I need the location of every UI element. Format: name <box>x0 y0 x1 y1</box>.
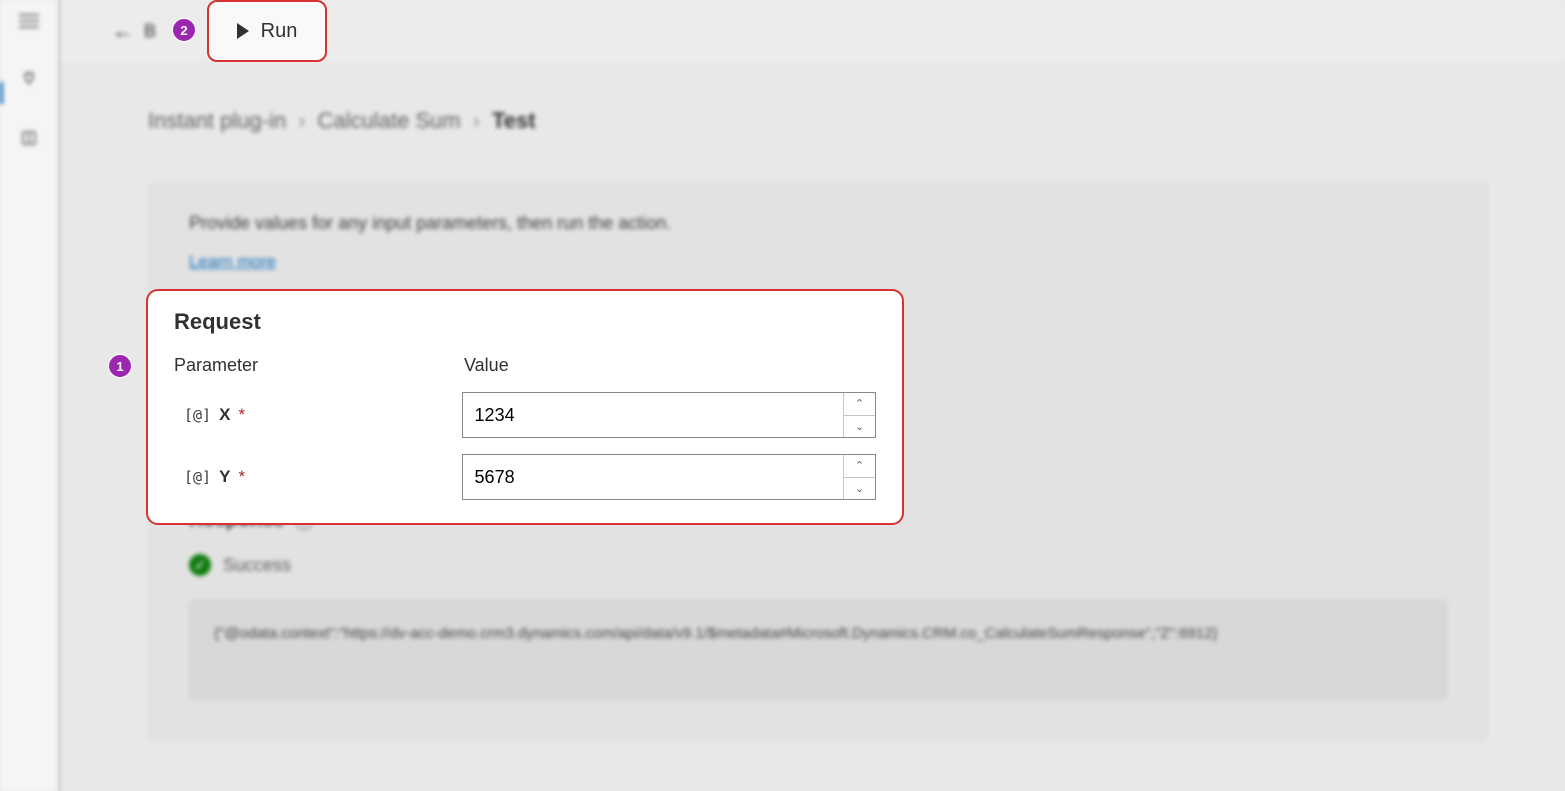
run-label: Run <box>261 20 298 43</box>
chevron-right-icon: › <box>473 108 480 134</box>
plug-icon[interactable] <box>19 68 39 88</box>
required-asterisk: * <box>238 467 245 487</box>
left-nav-rail <box>0 0 58 791</box>
param-label-x: [@] X * <box>174 405 462 425</box>
param-row: [@] Y * ⌃⌄ <box>174 454 876 500</box>
param-label-y: [@] Y * <box>174 467 462 487</box>
required-asterisk: * <box>238 405 245 425</box>
request-headers-sharp: Parameter Value <box>174 355 876 376</box>
param-input-y[interactable]: ⌃⌄ <box>462 454 876 500</box>
breadcrumb-item[interactable]: Calculate Sum <box>318 108 461 134</box>
breadcrumb-current: Test <box>492 108 536 134</box>
status-text: Success <box>223 555 291 576</box>
header-parameter: Parameter <box>174 355 464 376</box>
chevron-up-icon: ⌃ <box>844 455 875 478</box>
input-x[interactable] <box>475 405 843 426</box>
breadcrumb-item[interactable]: Instant plug-in <box>148 108 286 134</box>
number-spinner[interactable]: ⌃⌄ <box>843 455 875 499</box>
back-label: B <box>144 21 156 42</box>
number-spinner[interactable]: ⌃⌄ <box>843 393 875 437</box>
chevron-right-icon: › <box>298 108 305 134</box>
run-button[interactable]: Run <box>207 0 327 62</box>
check-circle-icon: ✓ <box>189 554 211 576</box>
at-icon: [@] <box>184 406 211 424</box>
status-row: ✓ Success <box>189 554 1447 576</box>
chevron-down-icon: ⌄ <box>844 478 875 500</box>
back-button[interactable]: ← B <box>112 20 156 42</box>
param-row: [@] X * ⌃⌄ <box>174 392 876 438</box>
chevron-up-icon: ⌃ <box>844 393 875 416</box>
input-y[interactable] <box>475 467 843 488</box>
arrow-left-icon: ← <box>112 20 134 42</box>
param-input-x[interactable]: ⌃⌄ <box>462 392 876 438</box>
request-panel-highlight: Request Parameter Value [@] X * ⌃⌄ [@] Y… <box>146 289 904 525</box>
chevron-down-icon: ⌄ <box>844 416 875 438</box>
learn-more-link[interactable]: Learn more <box>189 252 276 271</box>
request-heading-sharp: Request <box>174 309 876 335</box>
intro-text: Provide values for any input parameters,… <box>189 213 1447 234</box>
response-body: {"@odata.context":"https://dv-acc-demo.c… <box>189 600 1447 700</box>
header-value: Value <box>464 355 509 376</box>
play-icon <box>237 23 249 39</box>
at-icon: [@] <box>184 468 211 486</box>
breadcrumb: Instant plug-in › Calculate Sum › Test <box>148 108 1505 134</box>
hamburger-icon[interactable] <box>19 14 39 28</box>
rail-active-indicator <box>0 82 3 104</box>
callout-badge-1: 1 <box>108 354 132 378</box>
rail-shadow <box>58 0 64 791</box>
book-icon[interactable] <box>19 128 39 148</box>
callout-badge-2: 2 <box>172 18 196 42</box>
